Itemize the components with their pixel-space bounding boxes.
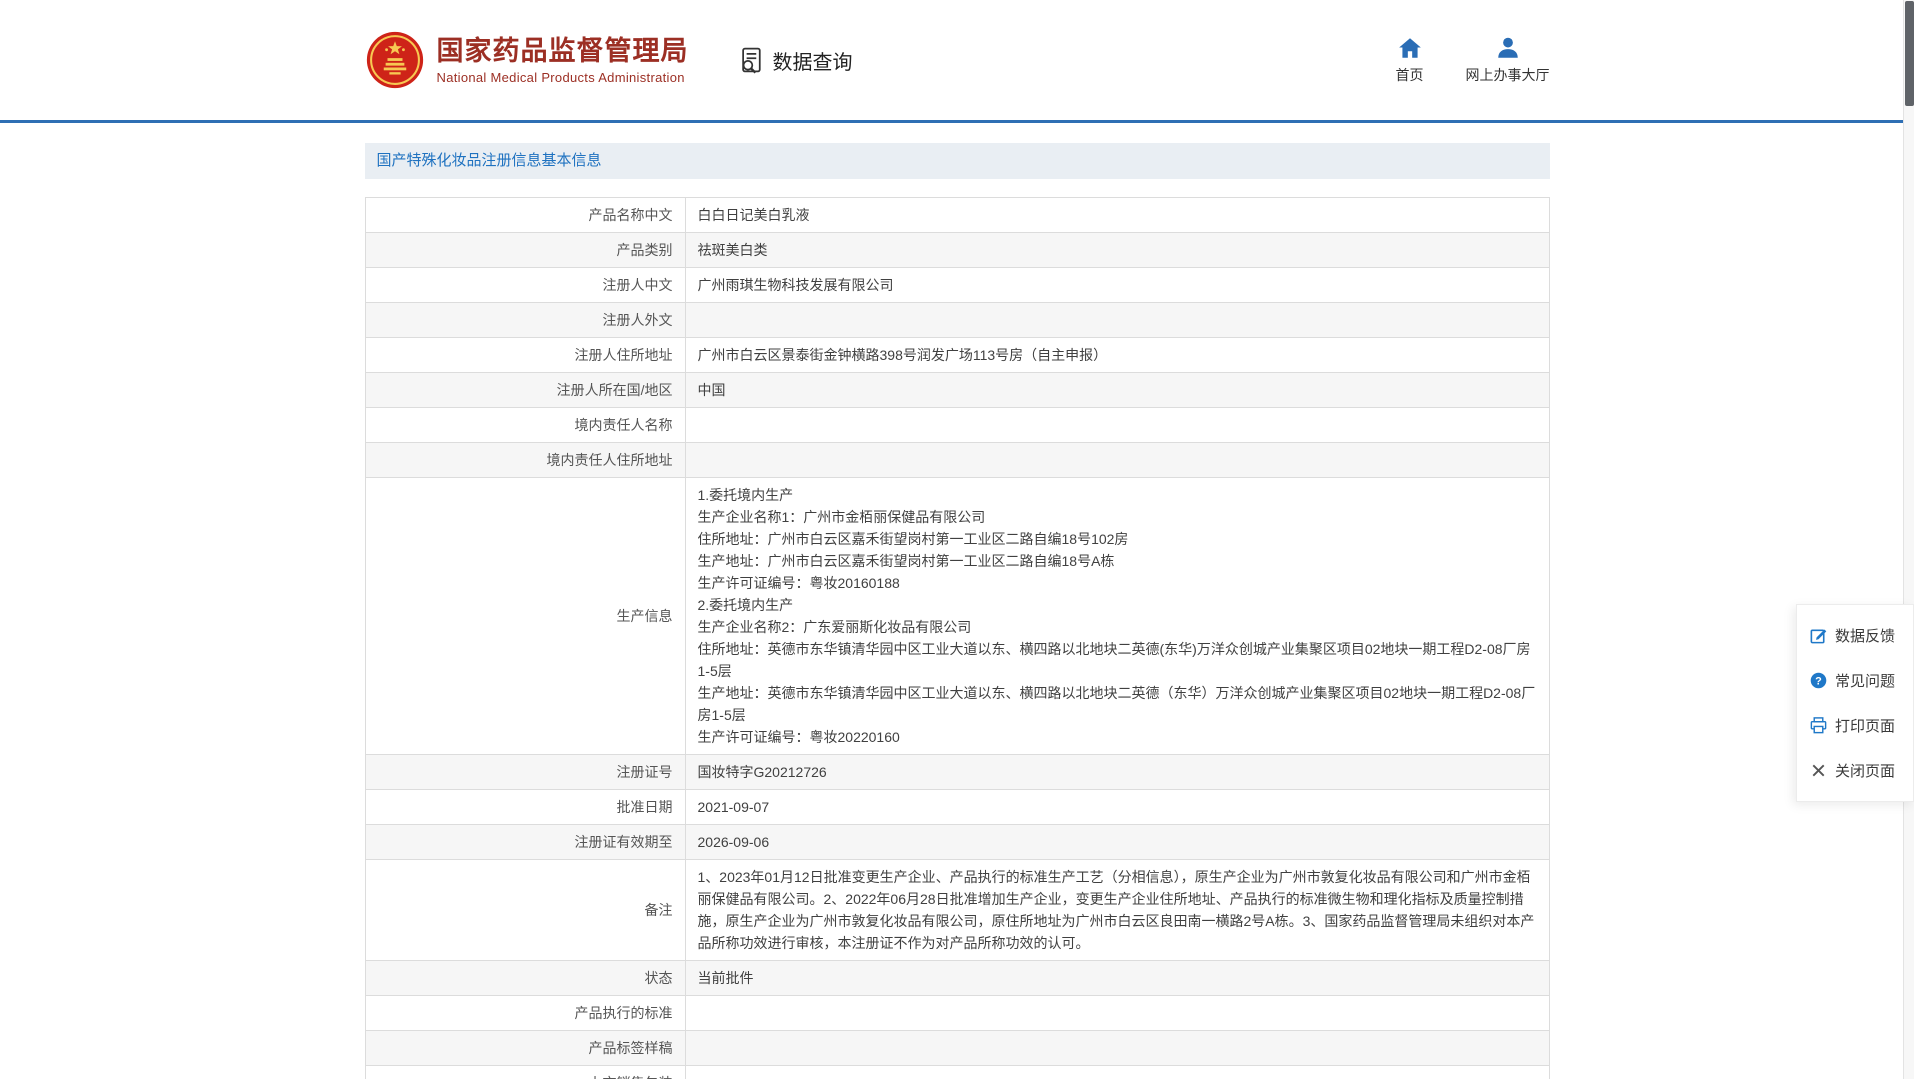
main-content: 国产特殊化妆品注册信息基本信息 产品名称中文 白白日记美白乳液 产品类别 祛斑美… [365, 143, 1550, 1079]
table-row: 产品执行的标准 [365, 996, 1549, 1031]
close-page-label: 关闭页面 [1835, 760, 1895, 781]
row-label: 批准日期 [365, 790, 685, 825]
row-label: 注册证号 [365, 755, 685, 790]
nav-service-hall[interactable]: 网上办事大厅 [1466, 35, 1550, 85]
agency-name-block: 国家药品监督管理局 National Medical Products Admi… [437, 35, 689, 85]
table-row: 产品名称中文 白白日记美白乳液 [365, 198, 1549, 233]
row-value: 2026-09-06 [685, 825, 1549, 860]
nav-home-label: 首页 [1396, 65, 1424, 85]
table-row: 注册人所在国/地区 中国 [365, 373, 1549, 408]
question-icon: ? [1809, 671, 1828, 690]
row-label: 生产信息 [365, 478, 685, 755]
table-row: 备注 1、2023年01月12日批准变更生产企业、产品执行的标准生产工艺（分相信… [365, 860, 1549, 961]
agency-name-en: National Medical Products Administration [437, 70, 689, 85]
row-label: 注册人中文 [365, 268, 685, 303]
agency-brand: 国家药品监督管理局 National Medical Products Admi… [365, 30, 689, 90]
row-value [685, 303, 1549, 338]
header-nav: 首页 网上办事大厅 [1396, 35, 1550, 85]
row-label: 产品类别 [365, 233, 685, 268]
site-header: 国家药品监督管理局 National Medical Products Admi… [0, 0, 1914, 120]
table-row: 注册人住所地址 广州市白云区景泰街金钟横路398号润发广场113号房（自主申报） [365, 338, 1549, 373]
data-feedback-button[interactable]: 数据反馈 [1809, 613, 1911, 658]
row-label: 境内责任人名称 [365, 408, 685, 443]
registration-info-table: 产品名称中文 白白日记美白乳液 产品类别 祛斑美白类 注册人中文 广州雨琪生物科… [365, 197, 1550, 1079]
table-row: 注册人中文 广州雨琪生物科技发展有限公司 [365, 268, 1549, 303]
info-table-body: 产品名称中文 白白日记美白乳液 产品类别 祛斑美白类 注册人中文 广州雨琪生物科… [365, 198, 1549, 1079]
page-title: 国产特殊化妆品注册信息基本信息 [365, 143, 1550, 179]
table-row: 注册证有效期至 2026-09-06 [365, 825, 1549, 860]
table-row: 上市销售包装 [365, 1066, 1549, 1079]
nav-home[interactable]: 首页 [1396, 35, 1424, 85]
row-value [685, 1031, 1549, 1066]
data-query-section-title: 数据查询 [737, 46, 853, 75]
table-row: 注册证号 国妆特字G20212726 [365, 755, 1549, 790]
row-value: 中国 [685, 373, 1549, 408]
row-value: 当前批件 [685, 961, 1549, 996]
scrollbar-track[interactable] [1903, 0, 1914, 1079]
data-query-label: 数据查询 [773, 46, 853, 75]
row-label: 注册人住所地址 [365, 338, 685, 373]
row-value: 1.委托境内生产 生产企业名称1：广州市金栢丽保健品有限公司 住所地址：广州市白… [685, 478, 1549, 755]
table-row: 境内责任人住所地址 [365, 443, 1549, 478]
row-label: 产品标签样稿 [365, 1031, 685, 1066]
row-label: 产品执行的标准 [365, 996, 685, 1031]
national-emblem-icon [365, 30, 425, 90]
table-row: 生产信息 1.委托境内生产 生产企业名称1：广州市金栢丽保健品有限公司 住所地址… [365, 478, 1549, 755]
data-feedback-label: 数据反馈 [1835, 625, 1895, 646]
table-row: 状态 当前批件 [365, 961, 1549, 996]
home-icon [1397, 35, 1423, 61]
faq-label: 常见问题 [1835, 670, 1895, 691]
row-value [685, 443, 1549, 478]
row-value: 广州雨琪生物科技发展有限公司 [685, 268, 1549, 303]
print-page-label: 打印页面 [1835, 715, 1895, 736]
header-divider [0, 120, 1914, 123]
table-row: 产品标签样稿 [365, 1031, 1549, 1066]
scrollbar-thumb[interactable] [1905, 1, 1914, 106]
close-icon [1809, 761, 1828, 780]
header-inner: 国家药品监督管理局 National Medical Products Admi… [365, 0, 1550, 120]
agency-name-cn: 国家药品监督管理局 [437, 35, 689, 67]
row-value [685, 1066, 1549, 1079]
close-page-button[interactable]: 关闭页面 [1809, 748, 1911, 793]
table-row: 境内责任人名称 [365, 408, 1549, 443]
row-value: 1、2023年01月12日批准变更生产企业、产品执行的标准生产工艺（分相信息），… [685, 860, 1549, 961]
row-label: 上市销售包装 [365, 1066, 685, 1079]
data-query-icon [737, 46, 765, 74]
edit-icon [1809, 626, 1828, 645]
table-row: 产品类别 祛斑美白类 [365, 233, 1549, 268]
row-label: 注册人外文 [365, 303, 685, 338]
svg-text:?: ? [1815, 675, 1822, 687]
row-value [685, 996, 1549, 1031]
printer-icon [1809, 716, 1828, 735]
row-label: 产品名称中文 [365, 198, 685, 233]
row-label: 备注 [365, 860, 685, 961]
person-icon [1495, 35, 1521, 61]
faq-button[interactable]: ? 常见问题 [1809, 658, 1911, 703]
table-row: 批准日期 2021-09-07 [365, 790, 1549, 825]
row-value: 国妆特字G20212726 [685, 755, 1549, 790]
floating-tool-panel: 数据反馈 ? 常见问题 打印页面 关闭页面 [1796, 604, 1914, 802]
row-label: 注册证有效期至 [365, 825, 685, 860]
row-value: 广州市白云区景泰街金钟横路398号润发广场113号房（自主申报） [685, 338, 1549, 373]
table-row: 注册人外文 [365, 303, 1549, 338]
print-page-button[interactable]: 打印页面 [1809, 703, 1911, 748]
row-value: 白白日记美白乳液 [685, 198, 1549, 233]
row-label: 注册人所在国/地区 [365, 373, 685, 408]
row-label: 状态 [365, 961, 685, 996]
row-label: 境内责任人住所地址 [365, 443, 685, 478]
row-value [685, 408, 1549, 443]
row-value: 2021-09-07 [685, 790, 1549, 825]
nav-service-hall-label: 网上办事大厅 [1466, 65, 1550, 85]
row-value: 祛斑美白类 [685, 233, 1549, 268]
